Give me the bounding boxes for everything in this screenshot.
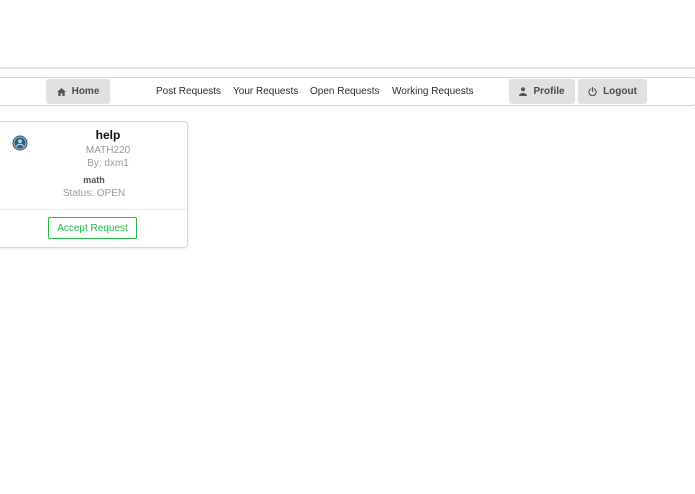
top-divider [0, 67, 695, 69]
profile-button[interactable]: Profile [509, 79, 575, 104]
home-button[interactable]: Home [46, 79, 110, 104]
logout-button[interactable]: Logout [578, 79, 647, 104]
request-card: help MATH220 By: dxm1 math Status: OPEN … [0, 121, 188, 248]
nav-link-your-requests[interactable]: Your Requests [233, 78, 298, 105]
user-icon [519, 87, 528, 96]
request-status: Status: OPEN [62, 188, 126, 199]
profile-label: Profile [533, 86, 565, 97]
nav-link-open-requests[interactable]: Open Requests [310, 78, 380, 105]
request-course: MATH220 [85, 145, 131, 156]
home-icon [56, 87, 66, 96]
request-title: help [95, 128, 121, 142]
home-label: Home [71, 86, 100, 97]
request-author: By: dxm1 [87, 158, 129, 169]
navigation-bar: Home Post Requests Your Requests Open Re… [0, 77, 695, 106]
card-divider [0, 209, 187, 210]
accept-request-button[interactable]: Accept Request [48, 217, 137, 239]
nav-link-working-requests[interactable]: Working Requests [392, 78, 474, 105]
nav-link-post-requests[interactable]: Post Requests [156, 78, 221, 105]
power-icon [588, 87, 597, 96]
request-subject: math [83, 175, 105, 185]
logout-label: Logout [603, 86, 637, 97]
